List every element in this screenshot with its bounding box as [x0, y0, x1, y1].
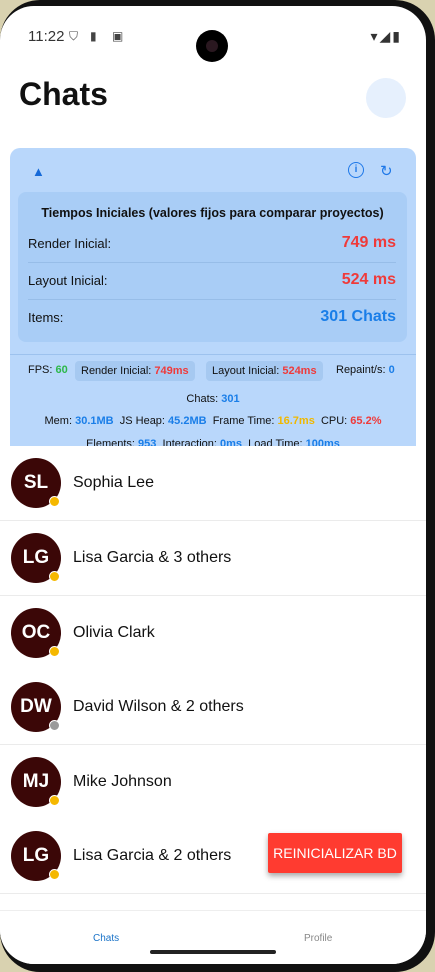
chat-list-item[interactable]: OC Olivia Clark [0, 596, 426, 671]
reset-database-button[interactable]: REINICIALIZAR BD [268, 833, 402, 873]
chat-name: Olivia Clark [73, 624, 155, 641]
sd-card-icon: ▮ [90, 29, 97, 43]
chat-name: David Wilson & 2 others [73, 698, 244, 715]
render-chip: Render Inicial: 749ms [75, 361, 195, 381]
avatar[interactable] [366, 78, 406, 118]
render-row: Render Inicial: 749 ms [28, 226, 396, 263]
info-icon[interactable]: i [348, 162, 364, 178]
chats-stat: Chats: 301 [186, 393, 240, 405]
bottom-tab-bar: Chats Profile [0, 910, 426, 964]
layout-chip: Layout Inicial: 524ms [206, 361, 323, 381]
chat-list-item[interactable]: DW David Wilson & 2 others [0, 670, 426, 745]
status-dot [49, 571, 60, 582]
status-dot [49, 496, 60, 507]
notification-icon: ▣ [112, 29, 124, 43]
phone-frame: 11:22 ⛉ ▮ ▣ ▾◢▮ Chats ▲ i ↻ Tiempos Inic… [0, 0, 435, 972]
render-value: 749 ms [341, 234, 396, 251]
tab-chats[interactable]: Chats [93, 933, 119, 944]
status-time: 11:22 [28, 28, 65, 45]
chat-name: Sophia Lee [73, 474, 154, 491]
signal-battery-icon: ▾◢▮ [370, 28, 402, 44]
stats-line-3: Mem: 30.1MB JS Heap: 45.2MB Frame Time: … [10, 415, 416, 427]
initial-times-card: Tiempos Iniciales (valores fijos para co… [18, 192, 407, 342]
status-dot [49, 646, 60, 657]
fps-stat: FPS: 60 [28, 364, 68, 376]
mem-stat: Mem: 30.1MB [44, 415, 114, 427]
layout-label: Layout Inicial: [28, 273, 108, 288]
chat-list-item[interactable]: LG Lisa Garcia & 3 others [0, 521, 426, 596]
status-dot [49, 720, 60, 731]
app-screen: 11:22 ⛉ ▮ ▣ ▾◢▮ Chats ▲ i ↻ Tiempos Inic… [0, 6, 426, 964]
chat-list-item[interactable]: SL Sophia Lee [0, 446, 426, 521]
status-dot [49, 795, 60, 806]
chat-name: Lisa Garcia & 2 others [73, 847, 232, 864]
status-dot [49, 869, 60, 880]
frame-time-stat: Frame Time: 16.7ms [212, 415, 315, 427]
render-label: Render Inicial: [28, 236, 112, 251]
stats-line-2: Chats: 301 [10, 393, 416, 405]
cpu-stat: CPU: 65.2% [320, 415, 382, 427]
chat-name: Lisa Garcia & 3 others [73, 549, 232, 566]
gesture-handle[interactable] [150, 950, 276, 954]
items-value: 301 Chats [320, 308, 396, 325]
chat-name: Mike Johnson [73, 773, 172, 790]
refresh-icon[interactable]: ↻ [380, 162, 393, 180]
panel-divider [10, 354, 416, 355]
status-bar: 11:22 ⛉ ▮ ▣ ▾◢▮ [0, 6, 426, 62]
tab-profile[interactable]: Profile [304, 933, 332, 944]
repaint-stat: Repaint/s: 0 [336, 364, 395, 376]
initial-times-title: Tiempos Iniciales (valores fijos para co… [41, 206, 384, 220]
page-title: Chats [19, 76, 108, 112]
collapse-triangle-icon[interactable]: ▲ [32, 164, 45, 179]
shield-icon: ⛉ [69, 29, 79, 43]
front-camera [196, 30, 228, 62]
layout-row: Layout Inicial: 524 ms [28, 263, 396, 300]
layout-value: 524 ms [341, 271, 396, 288]
items-row: Items: 301 Chats [28, 300, 396, 336]
chat-list-item[interactable]: MJ Mike Johnson [0, 745, 426, 820]
items-label: Items: [28, 310, 64, 325]
heap-stat: JS Heap: 45.2MB [119, 415, 207, 427]
performance-panel: ▲ i ↻ Tiempos Iniciales (valores fijos p… [10, 148, 416, 458]
